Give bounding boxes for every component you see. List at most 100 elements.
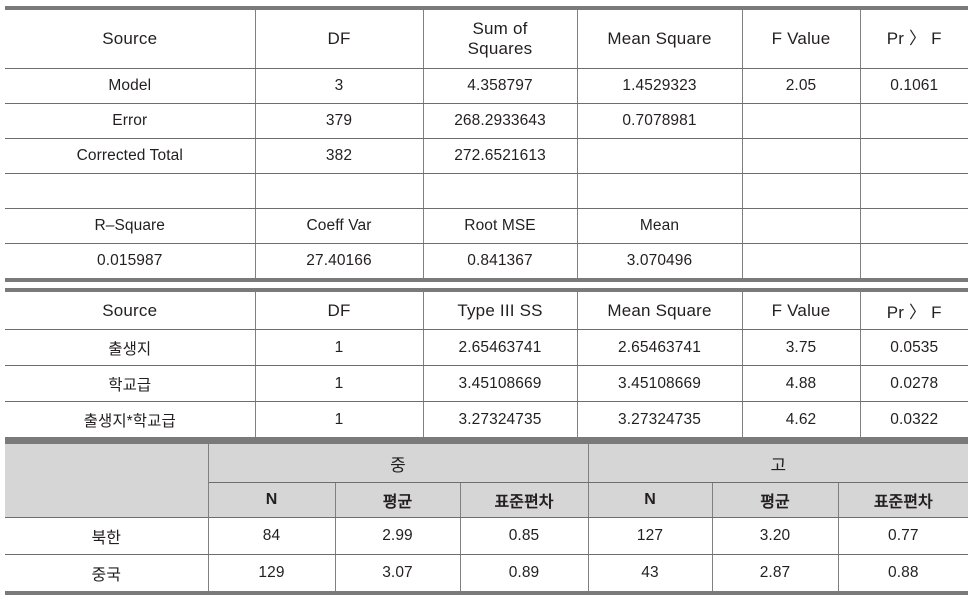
cell-f: 2.05: [741, 68, 861, 104]
fitstat-value-root-mse: 0.841367: [422, 243, 578, 282]
subheader-high-mean: 평균: [711, 482, 839, 518]
fitstat-header-r-square: R–Square: [5, 208, 256, 244]
column-header-sum-of-squares: Sum of Squares: [422, 6, 578, 69]
header-text-line1: Sum of: [472, 19, 528, 38]
header-text: DF: [327, 300, 351, 320]
cell-blank: [422, 173, 578, 209]
column-header-df: DF: [254, 288, 424, 330]
cell-f: [741, 138, 861, 174]
group-label-text: 고: [770, 455, 787, 475]
fitstat-header-root-mse: Root MSE: [422, 208, 578, 244]
cell-df: 382: [254, 138, 424, 174]
cell-source: 출생지*학교급: [5, 401, 256, 441]
cell-f: 4.88: [741, 365, 861, 402]
group-header-high-school: 고: [587, 440, 969, 483]
column-header-pr-f: Pr 〉 F: [859, 288, 968, 330]
column-header-f-value: F Value: [741, 288, 861, 330]
cell-ms: 3.27324735: [576, 401, 743, 441]
fitstat-header-mean: Mean: [576, 208, 743, 244]
cell-high-sd: 0.88: [837, 554, 969, 595]
descriptives-table: 중 고 N 평균 표준편차 N 평균 표준편차 북한 84 2.99 0.85 …: [5, 440, 969, 595]
cell-p: 0.1061: [859, 68, 968, 104]
cell-high-mean: 2.87: [711, 554, 839, 595]
cell-ms: 1.4529323: [576, 68, 743, 104]
header-text: Pr 〉 F: [886, 303, 942, 322]
subheader-mid-sd: 표준편차: [459, 482, 589, 518]
cell-source: 출생지: [5, 329, 256, 366]
header-text: Mean Square: [607, 29, 712, 48]
table-header-row: Source DF Type III SS Mean Square F Valu…: [5, 288, 968, 330]
subheader-high-sd: 표준편차: [837, 482, 969, 518]
cell-ss: 272.6521613: [422, 138, 578, 174]
cell-high-n: 43: [587, 554, 713, 595]
cell-p: 0.0535: [859, 329, 968, 366]
header-text: Source: [102, 29, 158, 48]
fitstat-value-blank: [859, 243, 968, 282]
subheader-mid-mean: 평균: [334, 482, 461, 518]
cell-blank: [859, 173, 968, 209]
group-label-text: 중: [390, 455, 406, 475]
fitstat-header-blank: [859, 208, 968, 244]
group-header-middle-school: 중: [207, 440, 589, 483]
cell-mid-n: 84: [207, 517, 336, 555]
cell-high-sd: 0.77: [837, 517, 969, 555]
cell-df: 1: [254, 365, 424, 402]
cell-ss: 3.45108669: [422, 365, 578, 402]
cell-ms: 3.45108669: [576, 365, 743, 402]
row-label-birthplace: 북한: [5, 517, 209, 555]
cell-mid-mean: 3.07: [334, 554, 461, 595]
cell-mid-sd: 0.85: [459, 517, 589, 555]
cell-p: 0.0278: [859, 365, 968, 402]
table-header-row: Source DF Sum of Squares Mean Square F V…: [5, 6, 968, 69]
header-text: Pr 〉 F: [886, 29, 942, 48]
anova-overall-table: Source DF Sum of Squares Mean Square F V…: [5, 6, 968, 282]
cell-ms: 0.7078981: [576, 103, 743, 139]
cell-ss: 4.358797: [422, 68, 578, 104]
cell-p: [859, 138, 968, 174]
cell-blank: [741, 173, 861, 209]
cell-source: Model: [5, 68, 256, 104]
column-header-df: DF: [254, 6, 424, 69]
column-header-pr-f: Pr 〉 F: [859, 6, 968, 69]
cell-df: 3: [254, 68, 424, 104]
cell-f: 3.75: [741, 329, 861, 366]
fitstat-header-coeff-var: Coeff Var: [254, 208, 424, 244]
cell-df: 1: [254, 329, 424, 366]
header-text: DF: [327, 29, 351, 48]
header-text: F Value: [771, 300, 831, 320]
cell-blank: [254, 173, 424, 209]
cell-f: [741, 103, 861, 139]
cell-df: 379: [254, 103, 424, 139]
cell-ss: 268.2933643: [422, 103, 578, 139]
subheader-mid-n: N: [207, 482, 336, 518]
cell-ss: 3.27324735: [422, 401, 578, 441]
cell-source: Corrected Total: [5, 138, 256, 174]
table-row: 중국 129 3.07 0.89 43 2.87 0.88: [5, 554, 969, 595]
fit-stats-value-row: 0.015987 27.40166 0.841367 3.070496: [5, 243, 968, 282]
cell-mid-n: 129: [207, 554, 336, 595]
cell-f: 4.62: [741, 401, 861, 441]
table-row: Model 3 4.358797 1.4529323 2.05 0.1061: [5, 68, 968, 104]
cell-mid-mean: 2.99: [334, 517, 461, 555]
table-row-spacer: [5, 173, 968, 209]
header-text: Source: [102, 300, 158, 320]
row-label-birthplace: 중국: [5, 554, 209, 595]
subheader-high-n: N: [587, 482, 713, 518]
header-text: Type III SS: [457, 300, 543, 320]
cell-source: Error: [5, 103, 256, 139]
column-header-mean-square: Mean Square: [576, 6, 743, 69]
fitstat-header-blank: [741, 208, 861, 244]
header-text: F Value: [771, 29, 831, 48]
column-header-source: Source: [5, 288, 256, 330]
cell-ms: 2.65463741: [576, 329, 743, 366]
cell-source: 학교급: [5, 365, 256, 402]
table-row: Error 379 268.2933643 0.7078981: [5, 103, 968, 139]
header-text: Mean Square: [607, 300, 712, 320]
cell-high-n: 127: [587, 517, 713, 555]
fitstat-value-r-square: 0.015987: [5, 243, 256, 282]
column-header-type3-ss: Type III SS: [422, 288, 578, 330]
sas-output-page: Source DF Sum of Squares Mean Square F V…: [0, 0, 973, 595]
group-header-row: 중 고: [5, 440, 969, 518]
cell-p: [859, 103, 968, 139]
cell-blank: [5, 173, 256, 209]
